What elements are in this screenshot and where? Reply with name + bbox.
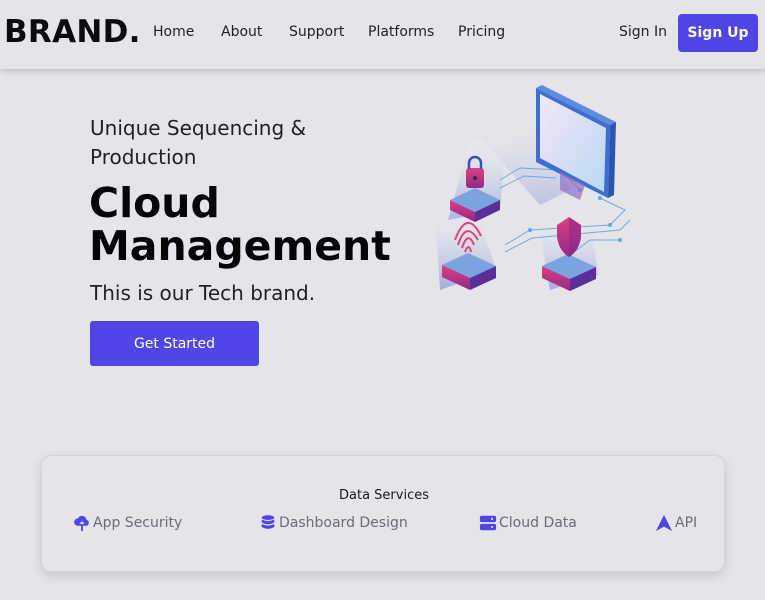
hero-headline: Cloud Management [89, 179, 391, 270]
nav-link-support[interactable]: Support [289, 24, 344, 40]
cloud-security-illustration [435, 85, 631, 291]
sign-up-button[interactable]: Sign Up [678, 14, 758, 52]
navbar: BRAND. Home About Support Platforms Pric… [0, 0, 765, 69]
hero-subline: This is our Tech brand. [90, 281, 316, 305]
cloud-upload-icon [74, 515, 89, 532]
nav-link-pricing[interactable]: Pricing [458, 24, 505, 40]
sign-in-link[interactable]: Sign In [619, 24, 667, 40]
server-icon [479, 515, 497, 531]
brand-logo[interactable]: BRAND. [4, 14, 141, 50]
service-cloud-data[interactable]: Cloud Data [479, 514, 577, 532]
nav-link-home[interactable]: Home [153, 24, 194, 40]
api-triangle-icon [655, 514, 673, 532]
service-label: App Security [93, 515, 183, 531]
service-api[interactable]: API [655, 514, 697, 532]
hero-tagline: Unique Sequencing & Production [90, 116, 307, 169]
database-icon [261, 515, 275, 529]
services-title: Data Services [339, 488, 429, 503]
service-label: Cloud Data [499, 515, 577, 531]
nav-link-about[interactable]: About [221, 24, 262, 40]
get-started-button[interactable]: Get Started [90, 321, 259, 366]
service-label: Dashboard Design [279, 515, 408, 531]
service-app-security[interactable]: App Security [73, 514, 182, 532]
nav-link-platforms[interactable]: Platforms [368, 24, 434, 40]
service-dashboard-design[interactable]: Dashboard Design [259, 514, 408, 532]
data-services-card: Data Services App Security Dashboard Des… [41, 455, 725, 572]
service-label: API [675, 515, 698, 531]
